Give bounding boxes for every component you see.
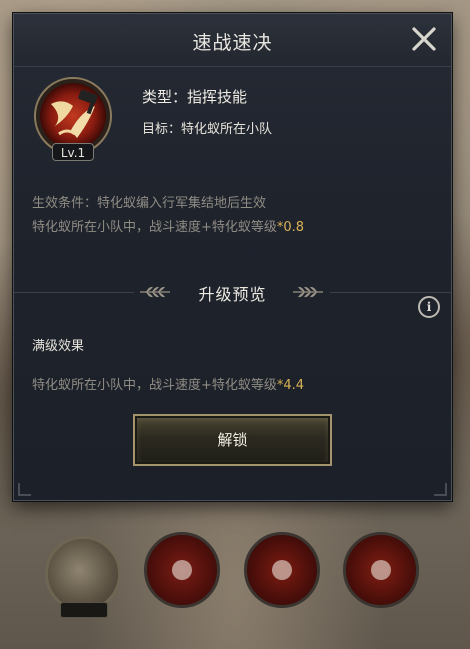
current-effect-text: 特化蚁所在小队中，战斗速度+特化蚁等级 — [32, 220, 277, 235]
skill-slot-4[interactable] — [343, 532, 419, 608]
dialog-header: 速战速决 — [14, 14, 451, 67]
skill-level-badge: Lv.1 — [52, 143, 94, 161]
max-effect-text: 特化蚁所在小队中，战斗速度+特化蚁等级 — [32, 378, 277, 393]
skill-slot-2[interactable] — [144, 532, 220, 608]
skill-slot-1[interactable] — [45, 536, 121, 612]
activation-condition: 生效条件：特化蚁编入行军集结地后生效 — [32, 196, 267, 211]
unlock-button[interactable]: 解锁 — [133, 414, 332, 466]
current-effect-value: *0.8 — [276, 220, 305, 235]
upgrade-preview-title: 升级预览 — [198, 285, 267, 304]
max-level-label: 满级效果 — [32, 339, 85, 354]
laurel-right-icon — [293, 286, 323, 298]
slot-level-badge — [60, 602, 108, 618]
slot-mark-icon — [172, 560, 192, 580]
max-effect-value: *4.4 — [276, 378, 305, 393]
upgrade-preview-divider: 升级预览 — [14, 281, 451, 304]
divider-line-right — [330, 292, 451, 293]
close-x-icon — [412, 27, 436, 51]
skill-target: 目标：特化蚁所在小队 — [142, 122, 273, 137]
skill-type: 类型：指挥技能 — [142, 88, 248, 106]
corner-ornament-icon — [434, 483, 447, 496]
close-button[interactable] — [407, 22, 441, 56]
dialog-title: 速战速决 — [192, 32, 273, 54]
info-icon[interactable]: i — [418, 296, 440, 318]
current-effect: 特化蚁所在小队中，战斗速度+特化蚁等级*0.8 — [32, 216, 304, 235]
skill-detail-dialog: 速战速决 Lv.1 类型：指挥技能 目标：特化蚁所在小队 生效条件：特化蚁编入行… — [13, 13, 452, 501]
slot-mark-icon — [272, 560, 292, 580]
max-level-effect: 特化蚁所在小队中，战斗速度+特化蚁等级*4.4 — [32, 374, 304, 393]
slot-mark-icon — [371, 560, 391, 580]
corner-ornament-icon — [18, 483, 31, 496]
skill-slot-3[interactable] — [244, 532, 320, 608]
